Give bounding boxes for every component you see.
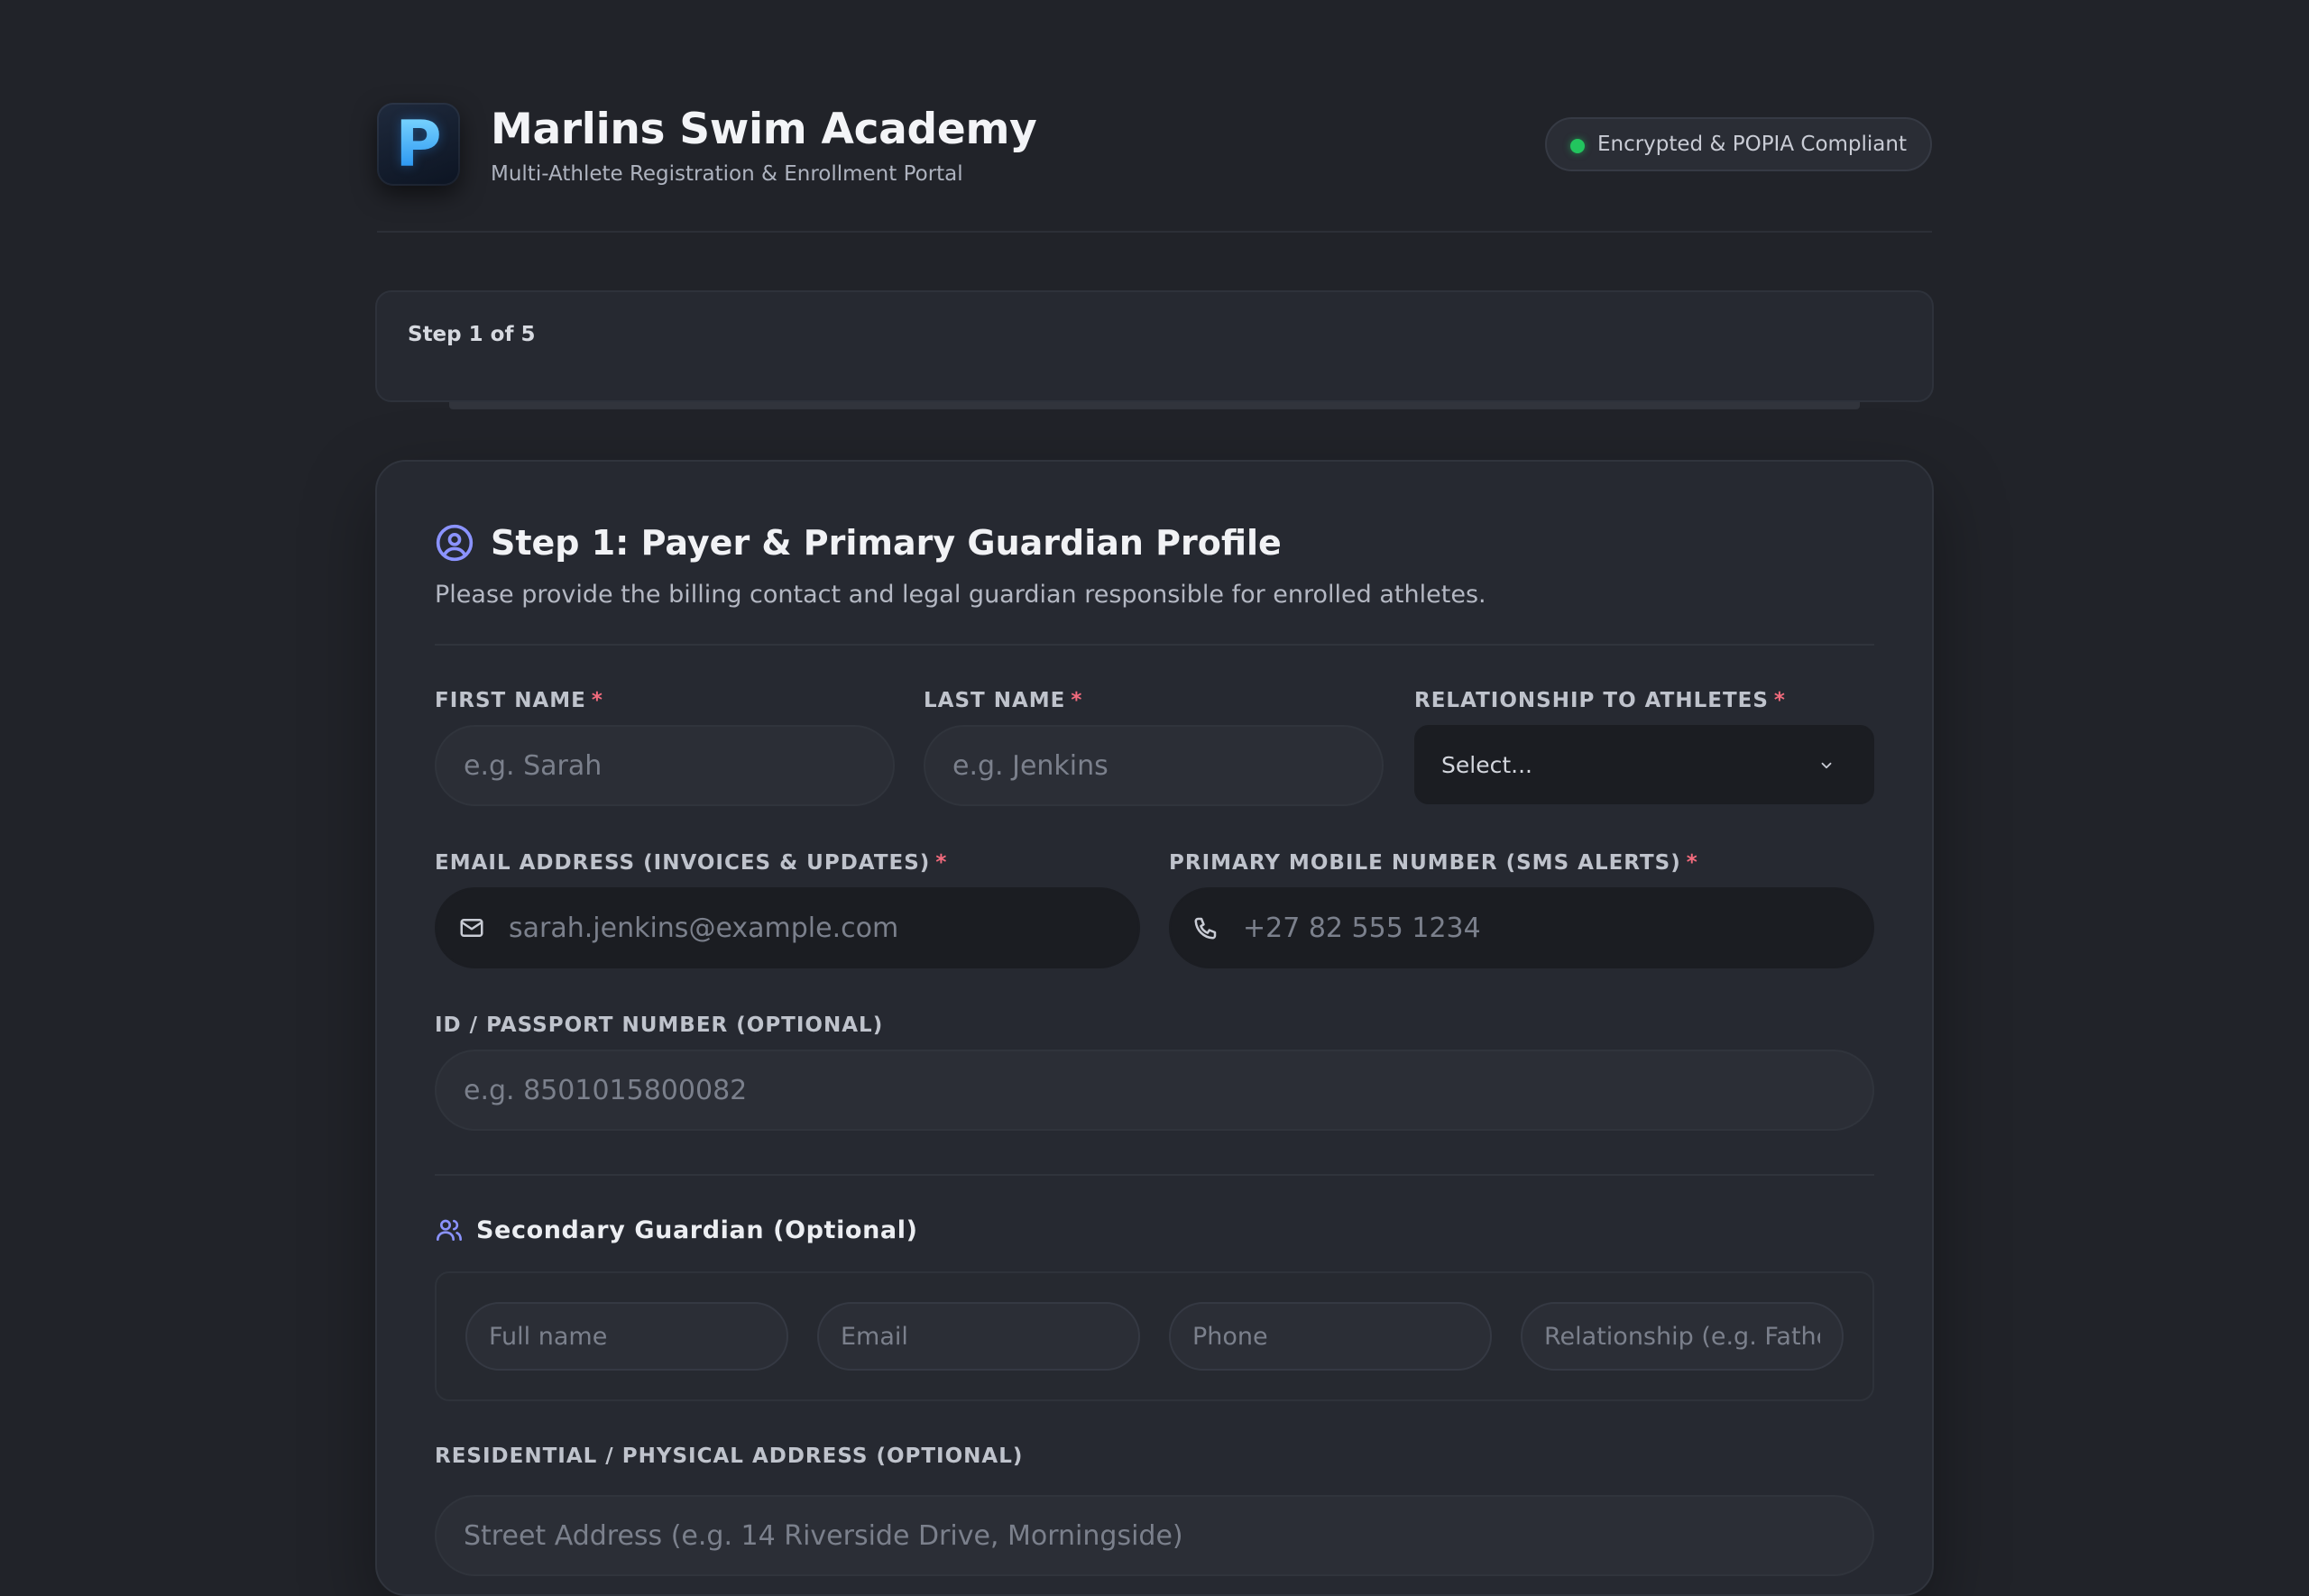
relationship-label-text: Relationship to Athletes [1414, 689, 1769, 712]
secondary-guardian-title: Secondary Guardian (Optional) [476, 1215, 918, 1244]
address-input[interactable] [435, 1495, 1874, 1576]
relationship-select[interactable]: Select... [1414, 725, 1874, 804]
id-number-label: ID / Passport Number (Optional) [435, 1014, 884, 1037]
users-icon [437, 1219, 462, 1241]
secondary-guardian-header: Secondary Guardian (Optional) [435, 1215, 918, 1244]
phone-icon [1194, 917, 1217, 940]
required-marker: * [935, 851, 948, 875]
email-label: Email Address (Invoices & Updates) * [435, 851, 947, 875]
mail-icon [460, 919, 483, 937]
secondary-guardian-name-input[interactable] [465, 1302, 788, 1371]
relationship-select-value: Select... [1441, 751, 1532, 778]
section-title: Step 1: Payer & Primary Guardian Profile [491, 523, 1282, 563]
secondary-guardian-box [435, 1271, 1874, 1401]
section-description: Please provide the billing contact and l… [435, 581, 1486, 609]
chevron-down-icon [1821, 762, 1832, 769]
secondary-guardian-relationship-input[interactable] [1521, 1302, 1844, 1371]
app-logo: P [377, 103, 460, 186]
section-divider [435, 1174, 1874, 1176]
mobile-label-text: Primary Mobile Number (SMS Alerts) [1169, 851, 1681, 875]
progress-bar-track [449, 402, 1860, 409]
status-dot-icon [1569, 139, 1585, 153]
required-marker: * [1686, 851, 1698, 875]
address-label: Residential / Physical Address (Optional… [435, 1445, 1024, 1468]
secondary-guardian-email-input[interactable] [817, 1302, 1140, 1371]
first-name-label: First Name * [435, 689, 603, 712]
security-badge: Encrypted & POPIA Compliant [1544, 117, 1932, 171]
mobile-label: Primary Mobile Number (SMS Alerts) * [1169, 851, 1698, 875]
required-marker: * [1773, 689, 1786, 712]
app-title: Marlins Swim Academy [491, 105, 1037, 154]
section-header: Step 1: Payer & Primary Guardian Profile [435, 523, 1282, 563]
step-indicator: Step 1 of 5 [408, 323, 536, 346]
user-circle-icon [436, 524, 474, 562]
first-name-input[interactable] [435, 725, 895, 806]
required-marker: * [591, 689, 603, 712]
app-header: P Marlins Swim Academy Multi-Athlete Reg… [377, 101, 1932, 233]
logo-letter: P [395, 107, 442, 181]
section-divider [435, 644, 1874, 646]
email-input[interactable] [435, 887, 1140, 968]
security-badge-label: Encrypted & POPIA Compliant [1596, 133, 1907, 156]
secondary-guardian-phone-input[interactable] [1169, 1302, 1492, 1371]
first-name-label-text: First Name [435, 689, 586, 712]
id-number-input[interactable] [435, 1050, 1874, 1131]
last-name-label-text: Last Name [924, 689, 1066, 712]
app-subtitle: Multi-Athlete Registration & Enrollment … [491, 162, 963, 186]
step-progress-card: Step 1 of 5 [375, 290, 1934, 402]
last-name-label: Last Name * [924, 689, 1082, 712]
required-marker: * [1071, 689, 1083, 712]
mobile-input[interactable] [1169, 887, 1874, 968]
last-name-input[interactable] [924, 725, 1384, 806]
form-card: Step 1: Payer & Primary Guardian Profile… [375, 460, 1934, 1596]
relationship-label: Relationship to Athletes * [1414, 689, 1786, 712]
email-label-text: Email Address (Invoices & Updates) [435, 851, 931, 875]
